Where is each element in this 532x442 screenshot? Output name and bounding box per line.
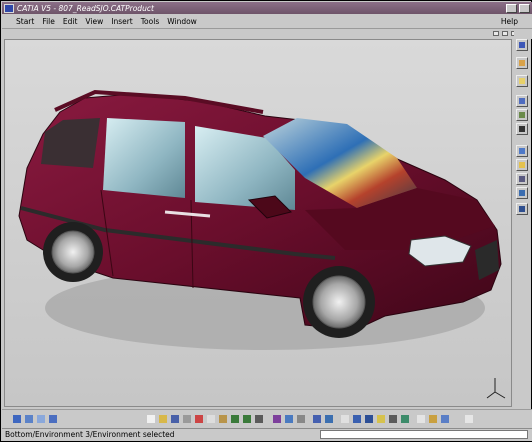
copy-icon[interactable] <box>206 414 216 424</box>
fit-all-icon[interactable] <box>272 414 282 424</box>
environment-icon[interactable] <box>516 109 528 121</box>
hide-show-icon[interactable] <box>352 414 362 424</box>
menu-start[interactable]: Start <box>16 17 34 26</box>
catia-app-icon[interactable] <box>4 3 14 13</box>
status-message: Bottom/Environment 3/Environment selecte… <box>5 430 175 439</box>
menu-window[interactable]: Window <box>167 17 197 26</box>
minimize-button[interactable] <box>506 3 517 13</box>
rear-wheel-rim <box>51 230 95 274</box>
catia-window: CATIA V5 - 807_ReadSJO.CATProduct Start … <box>0 0 532 442</box>
save-icon[interactable] <box>170 414 180 424</box>
shading-icon[interactable] <box>324 414 334 424</box>
fly-icon[interactable] <box>48 414 58 424</box>
menu-help[interactable]: Help <box>501 17 518 26</box>
rotate-icon[interactable] <box>24 414 34 424</box>
catia-logo-icon <box>464 414 474 424</box>
command-input[interactable] <box>320 430 528 439</box>
doc-minimize-button[interactable] <box>493 31 499 36</box>
front-wheel-rim <box>312 275 366 329</box>
3d-viewport[interactable] <box>4 39 512 407</box>
window-title: CATIA V5 - 807_ReadSJO.CATProduct <box>17 3 154 13</box>
menu-bar: Start File Edit View Insert Tools Window… <box>2 14 532 29</box>
right-toolbar <box>514 31 531 411</box>
bottom-toolbar <box>2 409 532 428</box>
normal-view-icon[interactable] <box>284 414 294 424</box>
whats-this-icon[interactable] <box>254 414 264 424</box>
undo-icon[interactable] <box>230 414 240 424</box>
print-icon[interactable] <box>182 414 192 424</box>
car-model-render <box>18 89 506 399</box>
menu-view[interactable]: View <box>85 17 103 26</box>
menu-insert[interactable]: Insert <box>111 17 133 26</box>
rear-side-window <box>103 118 185 198</box>
new-icon[interactable] <box>146 414 156 424</box>
scene-editor-icon[interactable] <box>516 95 528 107</box>
status-bar: Bottom/Environment 3/Environment selecte… <box>2 428 532 441</box>
multi-view-icon[interactable] <box>296 414 306 424</box>
product-structure-icon[interactable] <box>516 39 528 51</box>
search-icon[interactable] <box>428 414 438 424</box>
select-icon[interactable] <box>516 57 528 69</box>
cut-icon[interactable] <box>194 414 204 424</box>
shadow-icon[interactable] <box>516 173 528 185</box>
title-bar: CATIA V5 - 807_ReadSJO.CATProduct <box>2 2 532 14</box>
doc-restore-button[interactable] <box>502 31 508 36</box>
menu-tools[interactable]: Tools <box>141 17 159 26</box>
redo-icon[interactable] <box>242 414 252 424</box>
help-icon[interactable] <box>440 414 450 424</box>
axis-compass-icon <box>486 378 506 399</box>
paste-icon[interactable] <box>218 414 228 424</box>
analysis-icon[interactable] <box>416 414 426 424</box>
wireframe-icon[interactable] <box>340 414 350 424</box>
menu-edit[interactable]: Edit <box>63 17 78 26</box>
turntable-icon[interactable] <box>516 145 528 157</box>
menu-file[interactable]: File <box>42 17 55 26</box>
render-icon[interactable] <box>516 203 528 215</box>
swap-visible-icon[interactable] <box>364 414 374 424</box>
ambience-icon[interactable] <box>516 187 528 199</box>
apply-material-icon[interactable] <box>400 414 410 424</box>
compass-icon[interactable] <box>516 75 528 87</box>
document-window-controls <box>2 29 532 39</box>
camera-icon[interactable] <box>516 123 528 135</box>
catalog-icon[interactable] <box>388 414 398 424</box>
maximize-button[interactable] <box>519 3 530 13</box>
measure-icon[interactable] <box>376 414 386 424</box>
iso-view-icon[interactable] <box>312 414 322 424</box>
light-icon[interactable] <box>516 159 528 171</box>
pan-icon[interactable] <box>12 414 22 424</box>
zoom-icon[interactable] <box>36 414 46 424</box>
open-icon[interactable] <box>158 414 168 424</box>
